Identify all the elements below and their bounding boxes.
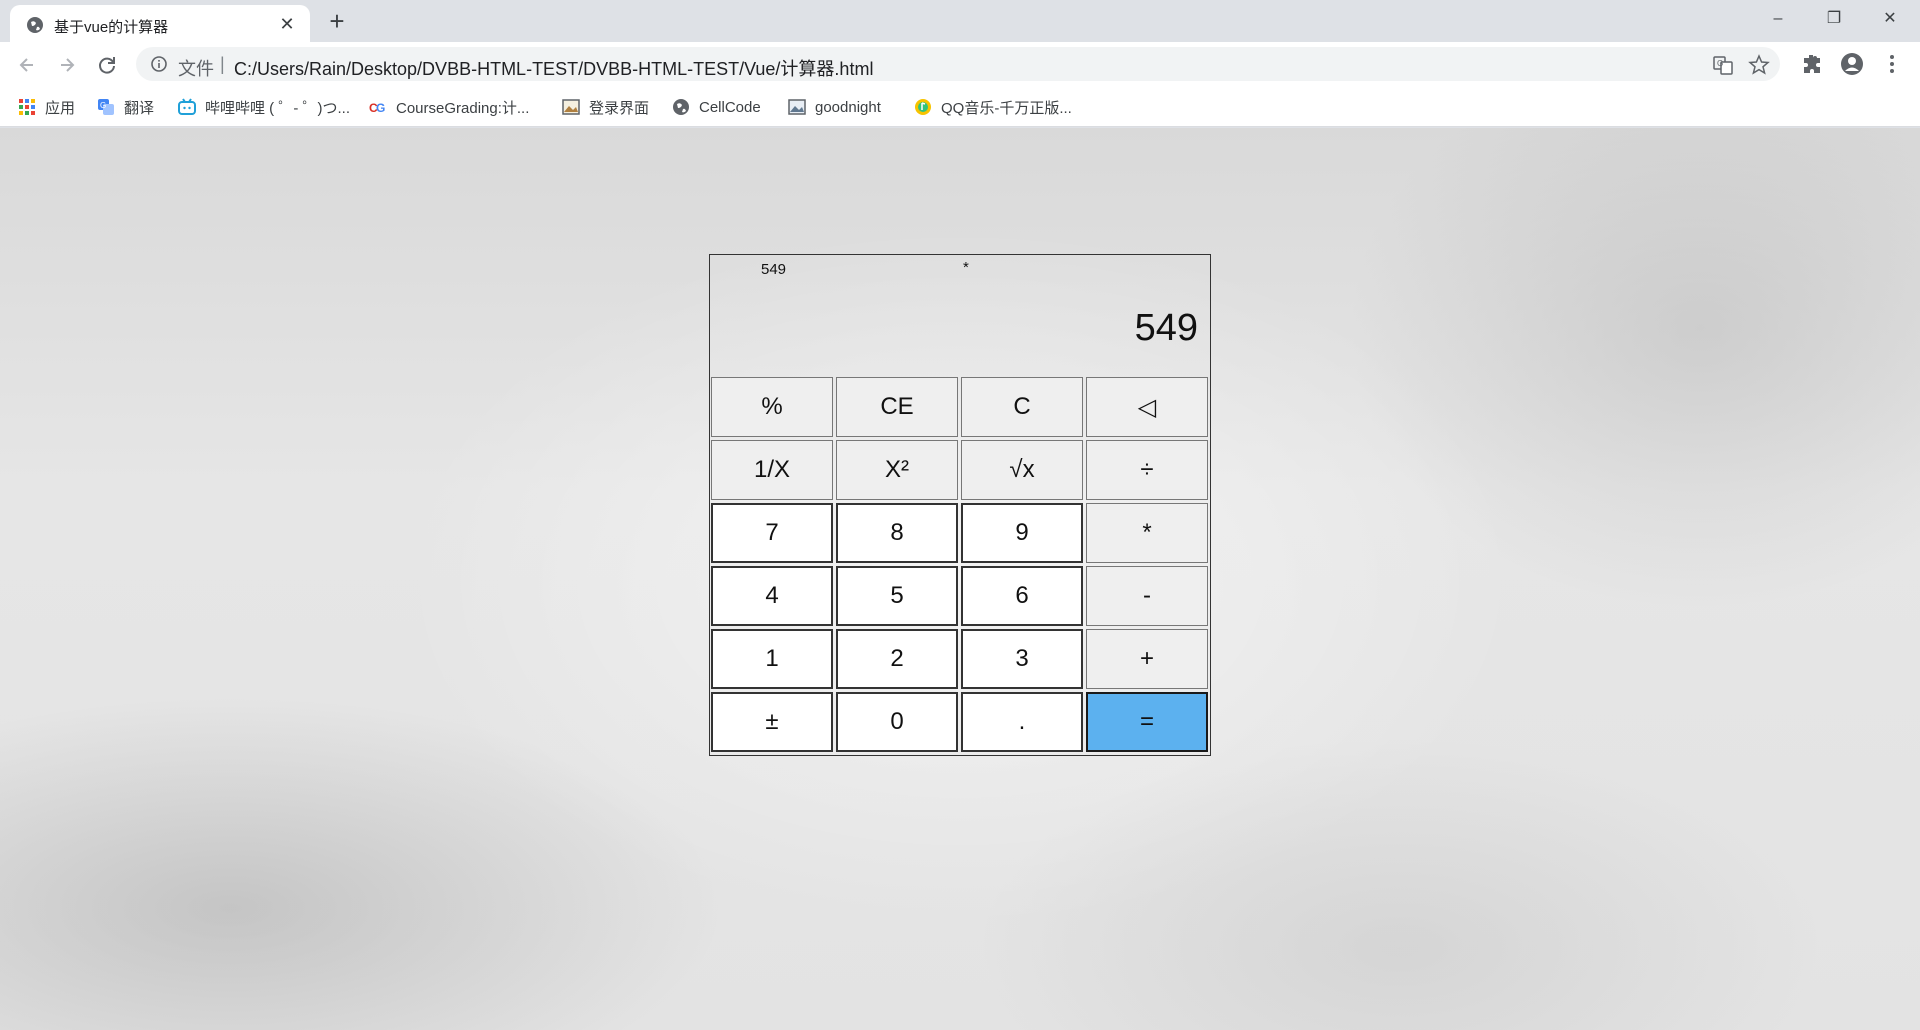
digit-2-key[interactable]: 2 bbox=[836, 629, 958, 689]
calculator: 549 * 549 % CE C ◁ 1/X X² √x ÷ 7 8 9 * 4… bbox=[709, 254, 1211, 756]
translate-icon: G bbox=[98, 99, 114, 115]
maximize-button[interactable]: ❐ bbox=[1806, 0, 1862, 38]
digit-4-key[interactable]: 4 bbox=[711, 566, 833, 626]
tab-close-icon[interactable]: ✕ bbox=[276, 13, 298, 35]
url-text[interactable]: C:/Users/Rain/Desktop/DVBB-HTML-TEST/DVB… bbox=[234, 55, 873, 81]
back-icon[interactable] bbox=[12, 50, 42, 80]
digit-1-key[interactable]: 1 bbox=[711, 629, 833, 689]
qq-music-icon bbox=[915, 99, 931, 115]
translate-icon[interactable]: G bbox=[1712, 54, 1734, 76]
divide-key[interactable]: ÷ bbox=[1086, 440, 1208, 500]
clear-entry-key[interactable]: CE bbox=[836, 377, 958, 437]
star-icon[interactable] bbox=[1748, 54, 1770, 76]
digit-3-key[interactable]: 3 bbox=[961, 629, 1083, 689]
tab-strip: 基于vue的计算器 ✕ + – ❐ ✕ bbox=[0, 0, 1920, 42]
image-icon bbox=[562, 99, 580, 115]
minimize-button[interactable]: – bbox=[1750, 0, 1806, 38]
close-window-button[interactable]: ✕ bbox=[1862, 0, 1918, 38]
bookmark-label: 哔哩哔哩 ( ゜- ゜)つ... bbox=[205, 99, 350, 117]
digit-9-key[interactable]: 9 bbox=[961, 503, 1083, 563]
bookmark-bilibili[interactable]: 哔哩哔哩 ( ゜- ゜)つ... bbox=[178, 95, 350, 119]
bookmark-coursegrading[interactable]: C G CourseGrading:计... bbox=[369, 95, 529, 119]
backspace-key[interactable]: ◁ bbox=[1086, 377, 1208, 437]
clear-key[interactable]: C bbox=[961, 377, 1083, 437]
equals-key[interactable]: = bbox=[1086, 692, 1208, 752]
pending-operator: * bbox=[963, 259, 969, 276]
reciprocal-key[interactable]: 1/X bbox=[711, 440, 833, 500]
bookmark-label: QQ音乐-千万正版... bbox=[941, 99, 1072, 117]
address-bar[interactable]: 文件 | C:/Users/Rain/Desktop/DVBB-HTML-TES… bbox=[136, 47, 1780, 81]
current-value: 549 bbox=[1134, 307, 1198, 349]
bookmark-label: CourseGrading:计... bbox=[396, 99, 530, 117]
forward-icon[interactable] bbox=[52, 50, 82, 80]
digit-0-key[interactable]: 0 bbox=[836, 692, 958, 752]
browser-tab[interactable]: 基于vue的计算器 ✕ bbox=[10, 5, 310, 42]
image-icon bbox=[788, 99, 806, 115]
bookmark-login[interactable]: 登录界面 bbox=[562, 95, 649, 119]
digit-6-key[interactable]: 6 bbox=[961, 566, 1083, 626]
bilibili-icon bbox=[178, 98, 196, 115]
menu-icon[interactable] bbox=[1880, 52, 1904, 76]
svg-text:G: G bbox=[100, 101, 106, 110]
digit-5-key[interactable]: 5 bbox=[836, 566, 958, 626]
coursegrading-icon: C G bbox=[369, 101, 385, 115]
browser-toolbar: 文件 | C:/Users/Rain/Desktop/DVBB-HTML-TES… bbox=[0, 42, 1920, 87]
subtract-key[interactable]: - bbox=[1086, 566, 1208, 626]
calculator-display: 549 * 549 bbox=[710, 255, 1210, 377]
percent-key[interactable]: % bbox=[711, 377, 833, 437]
bookmark-label: 翻译 bbox=[124, 99, 155, 117]
bookmark-label: 登录界面 bbox=[589, 99, 650, 117]
previous-value: 549 bbox=[761, 261, 787, 278]
new-tab-button[interactable]: + bbox=[322, 6, 352, 36]
extensions-icon[interactable] bbox=[1800, 52, 1824, 76]
page-content: 549 * 549 % CE C ◁ 1/X X² √x ÷ 7 8 9 * 4… bbox=[0, 128, 1920, 1030]
multiply-key[interactable]: * bbox=[1086, 503, 1208, 563]
info-icon[interactable] bbox=[150, 55, 168, 73]
globe-icon bbox=[673, 99, 689, 115]
square-key[interactable]: X² bbox=[836, 440, 958, 500]
profile-icon[interactable] bbox=[1840, 52, 1864, 76]
reload-icon[interactable] bbox=[92, 50, 122, 80]
svg-text:G: G bbox=[1717, 59, 1723, 68]
digit-8-key[interactable]: 8 bbox=[836, 503, 958, 563]
apps-grid-icon bbox=[19, 99, 35, 115]
bookmark-label: 应用 bbox=[45, 99, 76, 117]
bookmark-goodnight[interactable]: goodnight bbox=[788, 95, 881, 119]
bookmark-translate[interactable]: G 翻译 bbox=[97, 95, 154, 119]
bookmark-qq-music[interactable]: QQ音乐-千万正版... bbox=[914, 95, 1072, 119]
bookmarks-bar: 应用 G 翻译 哔哩哔哩 ( ゜- ゜)つ... C G CourseGradi… bbox=[0, 87, 1920, 127]
bookmark-apps[interactable]: 应用 bbox=[18, 95, 75, 119]
tab-title: 基于vue的计算器 bbox=[54, 19, 169, 36]
digit-7-key[interactable]: 7 bbox=[711, 503, 833, 563]
calculator-keypad: % CE C ◁ 1/X X² √x ÷ 7 8 9 * 4 5 6 - 1 2… bbox=[711, 377, 1211, 755]
bookmark-cellcode[interactable]: CellCode bbox=[672, 95, 761, 119]
negate-key[interactable]: ± bbox=[711, 692, 833, 752]
square-root-key[interactable]: √x bbox=[961, 440, 1083, 500]
add-key[interactable]: + bbox=[1086, 629, 1208, 689]
globe-icon bbox=[27, 17, 43, 33]
decimal-point-key[interactable]: . bbox=[961, 692, 1083, 752]
bookmark-label: CellCode bbox=[699, 98, 761, 116]
svg-text:G: G bbox=[376, 101, 385, 115]
scheme-separator: | bbox=[220, 54, 225, 74]
scheme-label: 文件 bbox=[178, 59, 214, 79]
bookmark-label: goodnight bbox=[815, 98, 881, 116]
